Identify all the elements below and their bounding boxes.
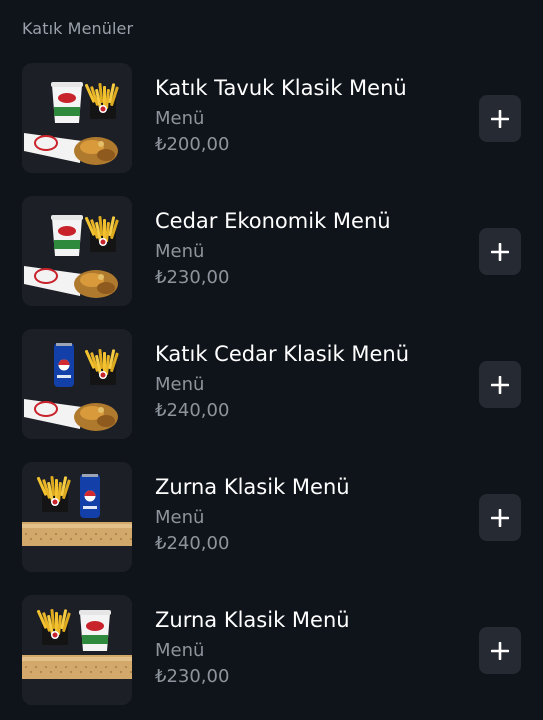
menu-item[interactable]: Katık Tavuk Klasik Menü Menü ₺200,00 — [22, 63, 522, 173]
plus-icon — [491, 508, 509, 527]
plus-icon — [491, 242, 509, 261]
food-photo — [22, 63, 132, 173]
menu-item[interactable]: Katık Cedar Klasik Menü Menü ₺240,00 — [22, 329, 522, 439]
add-to-cart-button[interactable] — [479, 228, 521, 275]
menu-item-image — [22, 595, 132, 705]
add-to-cart-button[interactable] — [479, 627, 521, 674]
menu-item-price: ₺200,00 — [155, 134, 230, 155]
menu-item-category: Menü — [155, 241, 205, 262]
menu-item-category: Menü — [155, 507, 205, 528]
menu-item[interactable]: Cedar Ekonomik Menü Menü ₺230,00 — [22, 196, 522, 306]
menu-item-name: Katık Cedar Klasik Menü — [155, 342, 410, 366]
add-to-cart-button[interactable] — [479, 95, 521, 142]
menu-item-price: ₺240,00 — [155, 533, 230, 554]
menu-screen: Katık Menüler Katık Tavuk Klasik Menü Me… — [0, 0, 543, 720]
menu-item[interactable]: Zurna Klasik Menü Menü ₺230,00 — [22, 595, 522, 705]
menu-item-price: ₺230,00 — [155, 267, 230, 288]
food-photo — [22, 329, 132, 439]
menu-item-name: Cedar Ekonomik Menü — [155, 209, 391, 233]
menu-item-image — [22, 462, 132, 572]
food-photo — [22, 462, 132, 572]
menu-item-category: Menü — [155, 374, 205, 395]
plus-icon — [491, 641, 509, 660]
menu-item-category: Menü — [155, 108, 205, 129]
section-title: Katık Menüler — [22, 19, 134, 38]
menu-item-image — [22, 329, 132, 439]
menu-item-image — [22, 63, 132, 173]
menu-item-name: Zurna Klasik Menü — [155, 608, 350, 632]
add-to-cart-button[interactable] — [479, 361, 521, 408]
menu-item-image — [22, 196, 132, 306]
plus-icon — [491, 109, 509, 128]
menu-item-name: Katık Tavuk Klasik Menü — [155, 76, 407, 100]
food-photo — [22, 595, 132, 705]
menu-item-category: Menü — [155, 640, 205, 661]
food-photo — [22, 196, 132, 306]
add-to-cart-button[interactable] — [479, 494, 521, 541]
plus-icon — [491, 375, 509, 394]
menu-item-price: ₺230,00 — [155, 666, 230, 687]
menu-item-price: ₺240,00 — [155, 400, 230, 421]
menu-item-name: Zurna Klasik Menü — [155, 475, 350, 499]
menu-item[interactable]: Zurna Klasik Menü Menü ₺240,00 — [22, 462, 522, 572]
